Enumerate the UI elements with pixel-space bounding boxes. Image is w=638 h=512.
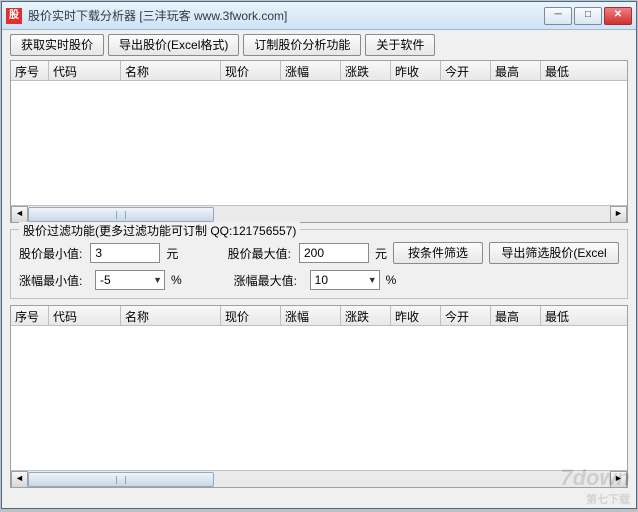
col-change[interactable]: 涨跌 [341, 306, 391, 325]
fetch-realtime-button[interactable]: 获取实时股价 [10, 34, 104, 56]
col-code[interactable]: 代码 [49, 306, 121, 325]
pct-min-value: -5 [100, 273, 111, 287]
close-button[interactable]: ✕ [604, 7, 632, 25]
col-name[interactable]: 名称 [121, 306, 221, 325]
content-area: 获取实时股价 导出股价(Excel格式) 订制股价分析功能 关于软件 序号 代码… [2, 30, 636, 492]
col-prev-close[interactable]: 昨收 [391, 61, 441, 80]
scroll-track[interactable] [28, 206, 610, 222]
unit-yuan-1: 元 [166, 245, 178, 262]
toolbar: 获取实时股价 导出股价(Excel格式) 订制股价分析功能 关于软件 [10, 34, 628, 56]
col-open[interactable]: 今开 [441, 306, 491, 325]
window-title: 股价实时下载分析器 [三沣玩客 www.3fwork.com] [28, 7, 544, 24]
export-excel-button[interactable]: 导出股价(Excel格式) [108, 34, 239, 56]
top-grid-body[interactable] [11, 81, 627, 205]
col-price[interactable]: 现价 [221, 61, 281, 80]
col-high[interactable]: 最高 [491, 61, 541, 80]
col-high[interactable]: 最高 [491, 306, 541, 325]
col-seq[interactable]: 序号 [11, 306, 49, 325]
top-grid-header: 序号 代码 名称 现价 涨幅 涨跌 昨收 今开 最高 最低 [11, 61, 627, 81]
price-min-input[interactable] [90, 243, 160, 263]
chevron-down-icon: ▼ [153, 275, 162, 285]
col-prev-close[interactable]: 昨收 [391, 306, 441, 325]
pct-max-label: 涨幅最大值: [234, 272, 304, 289]
bottom-grid: 序号 代码 名称 现价 涨幅 涨跌 昨收 今开 最高 最低 ◄ ► [10, 305, 628, 488]
unit-yuan-2: 元 [375, 245, 387, 262]
col-price[interactable]: 现价 [221, 306, 281, 325]
col-change-pct[interactable]: 涨幅 [281, 61, 341, 80]
unit-pct-2: % [386, 273, 397, 287]
pct-max-value: 10 [315, 273, 328, 287]
scroll-track[interactable] [28, 471, 610, 487]
pct-max-select[interactable]: 10 ▼ [310, 270, 380, 290]
about-button[interactable]: 关于软件 [365, 34, 435, 56]
scroll-thumb[interactable] [28, 472, 214, 487]
unit-pct-1: % [171, 273, 182, 287]
col-low[interactable]: 最低 [541, 306, 585, 325]
apply-filter-button[interactable]: 按条件筛选 [393, 242, 483, 264]
bottom-scrollbar: ◄ ► [11, 470, 627, 487]
col-code[interactable]: 代码 [49, 61, 121, 80]
watermark: 7down 第七下载 [560, 465, 630, 507]
customize-button[interactable]: 订制股价分析功能 [243, 34, 361, 56]
filter-buttons: 按条件筛选 导出筛选股价(Excel格 [393, 242, 619, 264]
col-open[interactable]: 今开 [441, 61, 491, 80]
filter-row-pct: 涨幅最小值: -5 ▼ % 涨幅最大值: 10 ▼ % [19, 270, 619, 290]
pct-min-select[interactable]: -5 ▼ [95, 270, 165, 290]
chevron-down-icon: ▼ [368, 275, 377, 285]
filter-legend: 股价过滤功能(更多过滤功能可订制 QQ:121756557) [19, 222, 300, 239]
scroll-right-button[interactable]: ► [610, 206, 627, 223]
col-change-pct[interactable]: 涨幅 [281, 306, 341, 325]
price-max-label: 股价最大值: [228, 245, 293, 262]
app-window: 股 股价实时下载分析器 [三沣玩客 www.3fwork.com] ─ □ ✕ … [1, 1, 637, 509]
col-low[interactable]: 最低 [541, 61, 585, 80]
bottom-grid-body[interactable] [11, 326, 627, 470]
top-grid: 序号 代码 名称 现价 涨幅 涨跌 昨收 今开 最高 最低 ◄ ► [10, 60, 628, 223]
maximize-button[interactable]: □ [574, 7, 602, 25]
price-min-label: 股价最小值: [19, 245, 84, 262]
export-filtered-button[interactable]: 导出筛选股价(Excel格 [489, 242, 619, 264]
bottom-grid-header: 序号 代码 名称 现价 涨幅 涨跌 昨收 今开 最高 最低 [11, 306, 627, 326]
scroll-thumb[interactable] [28, 207, 214, 222]
scroll-left-button[interactable]: ◄ [11, 206, 28, 223]
window-buttons: ─ □ ✕ [544, 7, 632, 25]
filter-row-price: 股价最小值: 元 股价最大值: 元 按条件筛选 导出筛选股价(Excel格 [19, 242, 619, 264]
filter-groupbox: 股价过滤功能(更多过滤功能可订制 QQ:121756557) 股价最小值: 元 … [10, 229, 628, 299]
scroll-left-button[interactable]: ◄ [11, 471, 28, 488]
app-icon: 股 [6, 8, 22, 24]
pct-min-label: 涨幅最小值: [19, 272, 89, 289]
minimize-button[interactable]: ─ [544, 7, 572, 25]
col-change[interactable]: 涨跌 [341, 61, 391, 80]
top-scrollbar: ◄ ► [11, 205, 627, 222]
col-name[interactable]: 名称 [121, 61, 221, 80]
titlebar: 股 股价实时下载分析器 [三沣玩客 www.3fwork.com] ─ □ ✕ [2, 2, 636, 30]
price-max-input[interactable] [299, 243, 369, 263]
col-seq[interactable]: 序号 [11, 61, 49, 80]
